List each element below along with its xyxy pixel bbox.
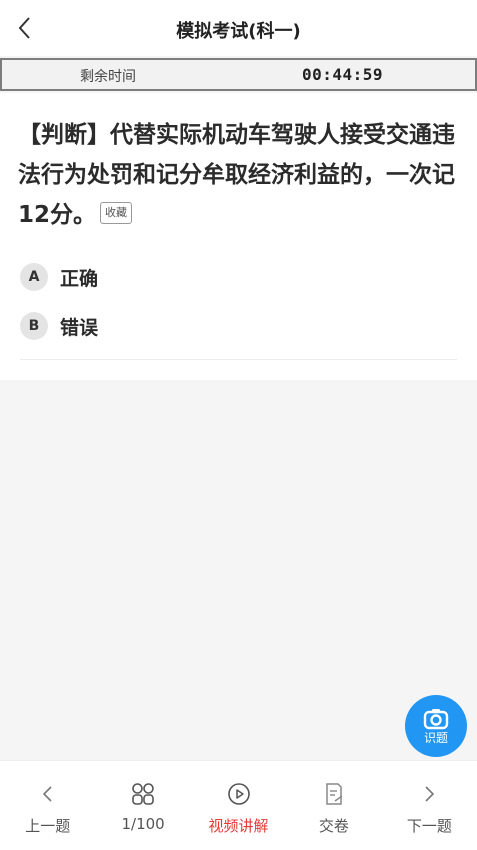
chevron-right-icon [416, 781, 442, 807]
header: 模拟考试(科一) [0, 0, 477, 56]
timer-value: 00:44:59 [302, 65, 384, 84]
prev-question-button[interactable]: 上一题 [0, 761, 95, 850]
option-b[interactable]: B 错误 [20, 310, 98, 342]
camera-icon [423, 708, 449, 729]
exam-page: 模拟考试(科一) 剩余时间 00:44:59 【判断】代替实际机动车驾驶人接受交… [0, 0, 477, 850]
recognize-question-button[interactable]: 识题 [405, 695, 467, 757]
timer-bar: 剩余时间 00:44:59 [0, 58, 477, 91]
prev-label: 上一题 [25, 817, 71, 835]
play-circle-icon [226, 781, 252, 807]
next-label: 下一题 [406, 817, 452, 835]
option-text: 正确 [60, 267, 99, 290]
option-text: 错误 [60, 316, 99, 339]
option-badge: B [20, 312, 48, 340]
timer-label: 剩余时间 [80, 69, 136, 85]
question-area: 【判断】代替实际机动车驾驶人接受交通违法行为处罚和记分牟取经济利益的，一次记12… [0, 93, 477, 380]
submit-exam-button[interactable]: 交卷 [286, 761, 381, 850]
option-badge: A [20, 263, 48, 291]
question-list-button[interactable]: 1/100 [95, 761, 190, 850]
recognize-label: 识题 [423, 730, 448, 745]
chevron-left-icon [35, 781, 61, 807]
divider [20, 359, 457, 360]
question-stem: 【判断】代替实际机动车驾驶人接受交通违法行为处罚和记分牟取经济利益的，一次记12… [18, 122, 455, 228]
bottom-nav: 上一题 1/100 视频讲解 交卷 下一题 [0, 760, 477, 850]
favorite-button[interactable]: 收藏 [100, 201, 133, 224]
question-text: 【判断】代替实际机动车驾驶人接受交通违法行为处罚和记分牟取经济利益的，一次记12… [18, 115, 463, 235]
submit-label: 交卷 [318, 817, 349, 835]
next-question-button[interactable]: 下一题 [382, 761, 477, 850]
page-title: 模拟考试(科一) [176, 21, 301, 42]
video-label: 视频讲解 [208, 817, 269, 835]
progress-label: 1/100 [121, 815, 165, 833]
video-explain-button[interactable]: 视频讲解 [191, 761, 286, 850]
document-edit-icon [321, 781, 347, 807]
option-a[interactable]: A 正确 [20, 261, 98, 293]
grid-icon [130, 781, 156, 807]
